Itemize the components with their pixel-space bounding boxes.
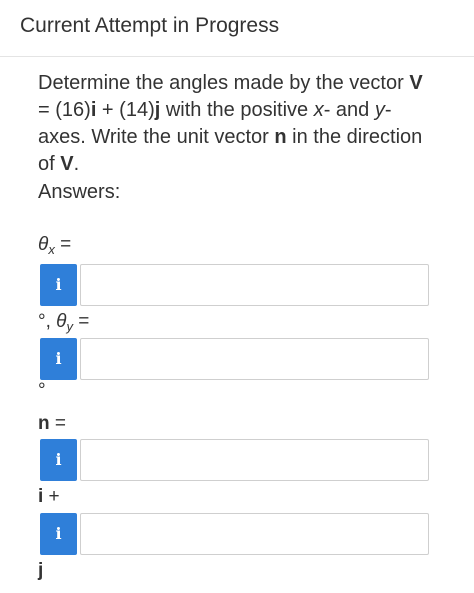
n-i-component-field: i [40, 439, 429, 481]
theta-x-field: i [40, 264, 429, 306]
n-label: n = [38, 413, 66, 434]
theta-y-info-button[interactable]: i [40, 338, 77, 380]
info-icon: i [55, 524, 62, 543]
theta-y-field: i [40, 338, 429, 380]
degree-suffix: ° [38, 380, 46, 401]
info-icon: i [55, 275, 62, 294]
page-title: Current Attempt in Progress [20, 14, 280, 37]
info-icon: i [55, 450, 62, 469]
unit-n-symbol: n [274, 126, 287, 148]
n-i-component-input[interactable] [80, 439, 429, 481]
n-i-info-button[interactable]: i [40, 439, 77, 481]
answers-heading: Answers: [38, 181, 121, 203]
n-j-component-field: i [40, 513, 429, 555]
n-j-info-button[interactable]: i [40, 513, 77, 555]
theta-y-label: °, θy = [38, 311, 90, 334]
j-suffix: j [38, 560, 44, 581]
i-plus-label: i + [38, 486, 60, 507]
vector-v-symbol: V [409, 72, 423, 94]
n-j-component-input[interactable] [80, 513, 429, 555]
theta-y-input[interactable] [80, 338, 429, 380]
vector-v-symbol-2: V [60, 153, 74, 175]
theta-x-input[interactable] [80, 264, 429, 306]
x-variable: x [313, 99, 324, 121]
page-header: Current Attempt in Progress [0, 0, 474, 57]
info-icon: i [55, 349, 62, 368]
question-text: Determine the angles made by the vector … [38, 72, 423, 175]
theta-x-info-button[interactable]: i [40, 264, 77, 306]
theta-x-label: θx = [38, 234, 72, 257]
y-variable: y [374, 99, 385, 121]
